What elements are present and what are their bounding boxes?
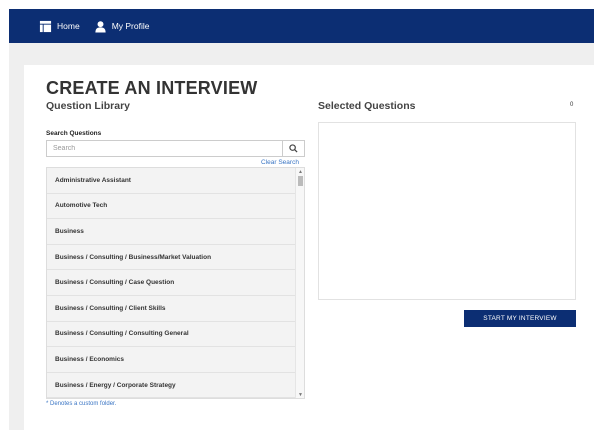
page-title: CREATE AN INTERVIEW — [46, 78, 258, 98]
nav-home[interactable]: Home — [39, 20, 80, 33]
question-library-list: Administrative Assistant Automotive Tech… — [46, 167, 305, 399]
selected-questions-panel — [318, 122, 576, 300]
list-item[interactable]: Business / Consulting / Business/Market … — [47, 244, 296, 271]
list-item[interactable]: Business / Economics — [47, 347, 296, 373]
scroll-down-arrow-icon[interactable]: ▼ — [296, 391, 304, 398]
search-questions-label: Search Questions — [46, 130, 102, 137]
search-icon — [289, 144, 298, 153]
list-item[interactable]: Business / Energy / Corporate Strategy — [47, 372, 296, 398]
create-interview-card: CREATE AN INTERVIEW Question Library Sea… — [24, 65, 594, 430]
search-input[interactable] — [47, 141, 282, 156]
nav-home-label: Home — [57, 21, 80, 31]
nav-my-profile-label: My Profile — [111, 21, 150, 31]
search-button[interactable] — [282, 141, 304, 156]
selected-questions-count: 0 — [570, 102, 574, 108]
table-icon — [39, 20, 52, 33]
list-item[interactable]: Automotive Tech — [47, 193, 296, 220]
nav-my-profile[interactable]: My Profile — [94, 20, 150, 33]
clear-search-link[interactable]: Clear Search — [261, 159, 299, 166]
user-icon — [94, 20, 107, 33]
list-item[interactable]: Administrative Assistant — [47, 168, 296, 194]
scroll-up-arrow-icon[interactable]: ▲ — [296, 168, 304, 175]
custom-folder-footnote: * Denotes a custom folder. — [46, 401, 117, 407]
list-item[interactable]: Business / Consulting / Case Question — [47, 270, 296, 296]
question-library-heading: Question Library — [46, 100, 131, 112]
list-item[interactable]: Business / Consulting / Client Skills — [47, 295, 296, 322]
selected-questions-heading: Selected Questions — [318, 100, 416, 112]
list-scrollbar[interactable]: ▲ ▼ — [295, 168, 304, 398]
list-item[interactable]: Business / Consulting / Consulting Gener… — [47, 321, 296, 348]
start-my-interview-button[interactable]: START MY INTERVIEW — [464, 310, 576, 327]
list-item[interactable]: Business — [47, 219, 296, 245]
scroll-thumb[interactable] — [298, 176, 303, 186]
top-navbar: Home My Profile — [9, 9, 594, 43]
search-box — [46, 140, 305, 157]
